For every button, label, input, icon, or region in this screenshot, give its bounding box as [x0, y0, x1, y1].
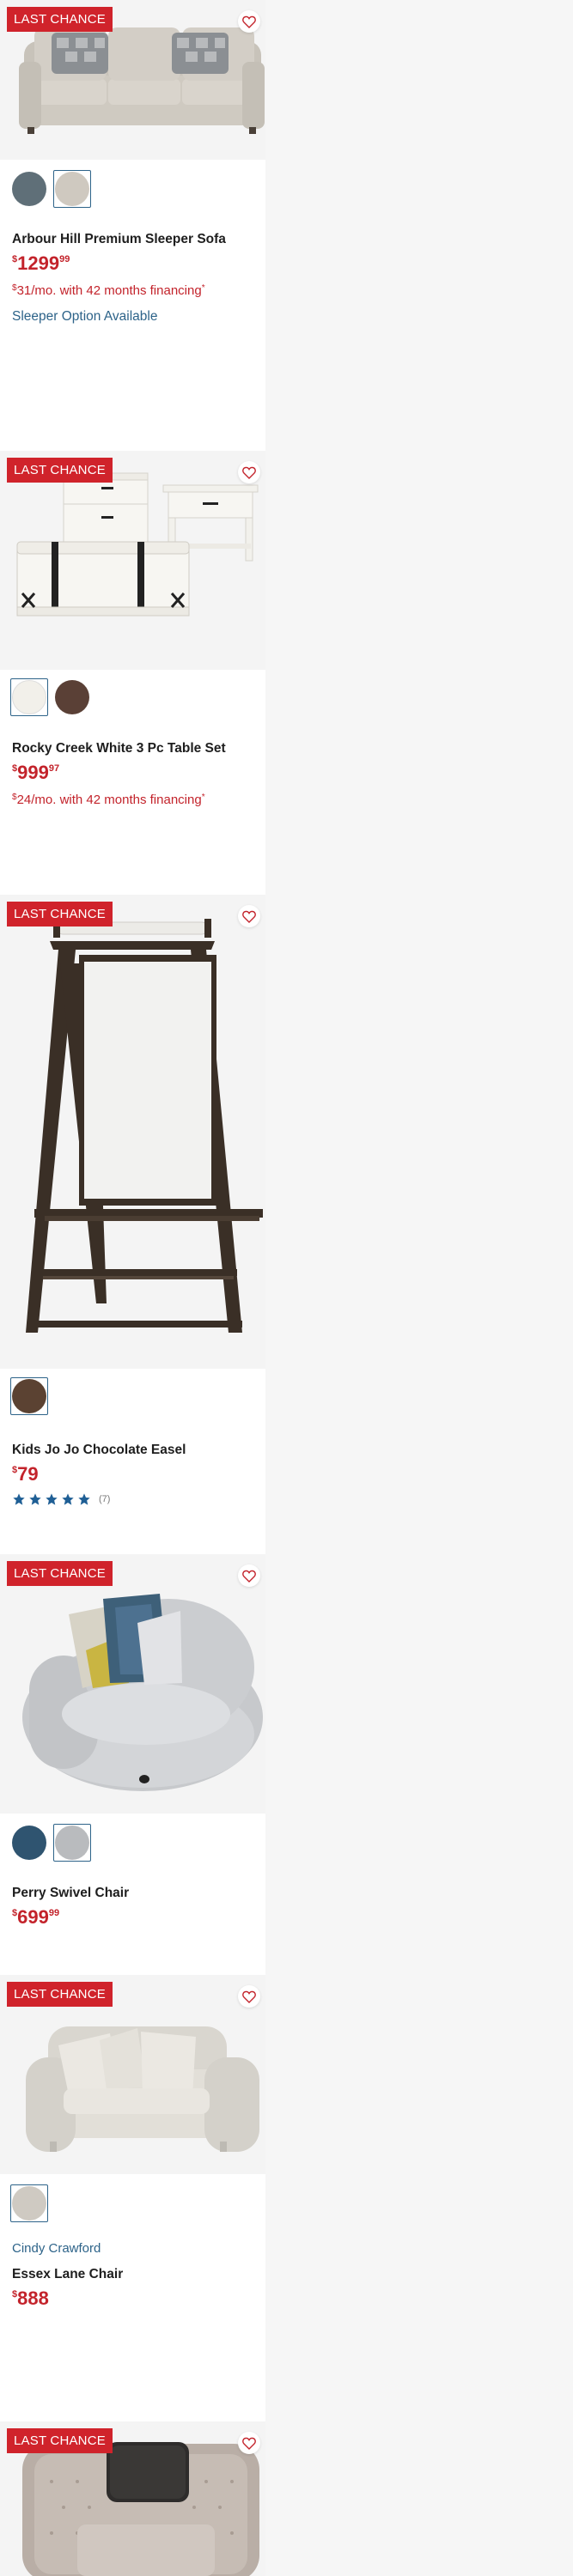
- color-swatches: [10, 170, 91, 208]
- color-swatches: [10, 678, 91, 716]
- product-title[interactable]: Kids Jo Jo Chocolate Easel: [12, 1443, 186, 1458]
- brand-name[interactable]: Cindy Crawford: [12, 2241, 101, 2256]
- last-chance-badge: LAST CHANCE: [7, 902, 113, 927]
- swatch-option-selected[interactable]: [53, 170, 91, 208]
- favorite-heart-icon[interactable]: [238, 461, 260, 483]
- product-title[interactable]: Essex Lane Chair: [12, 2267, 123, 2282]
- color-swatches: [10, 1824, 91, 1862]
- favorite-heart-icon[interactable]: [238, 2432, 260, 2454]
- swatch-option-selected[interactable]: [53, 1824, 91, 1862]
- review-count[interactable]: (7): [99, 1494, 110, 1504]
- star-icon: [78, 1493, 90, 1505]
- product-image[interactable]: LAST CHANCE: [0, 0, 265, 160]
- product-price: $888: [12, 2287, 49, 2309]
- product-price: $69999: [12, 1906, 60, 1928]
- swatch-option-selected[interactable]: [10, 2184, 48, 2222]
- product-title[interactable]: Rocky Creek White 3 Pc Table Set: [12, 741, 226, 756]
- swatch-option[interactable]: [53, 678, 91, 716]
- star-rating[interactable]: (7): [12, 1492, 110, 1506]
- favorite-heart-icon[interactable]: [238, 1985, 260, 2008]
- financing-text[interactable]: $31/mo. with 42 months financing*: [12, 283, 205, 298]
- product-card[interactable]: LAST CHANCE Rocky Creek White 3 Pc Table…: [0, 451, 265, 895]
- product-image[interactable]: LAST CHANCE: [0, 2421, 265, 2576]
- product-title[interactable]: Perry Swivel Chair: [12, 1886, 129, 1901]
- last-chance-badge: LAST CHANCE: [7, 458, 113, 483]
- swivel-chair-image: [22, 1594, 263, 1791]
- swatch-option[interactable]: [10, 1824, 48, 1862]
- product-card[interactable]: LAST CHANCE Kids Jo Jo Chocolate Easel $…: [0, 895, 265, 1554]
- product-card[interactable]: LAST CHANCE Perry Swivel Chair $69999: [0, 1554, 265, 1975]
- sleeper-option-text: Sleeper Option Available: [12, 309, 158, 324]
- color-swatches: [10, 2184, 48, 2222]
- product-card[interactable]: LAST CHANCE Arbour Hill Premium Sleeper …: [0, 0, 265, 451]
- last-chance-badge: LAST CHANCE: [7, 2428, 113, 2453]
- product-grid-column: LAST CHANCE Arbour Hill Premium Sleeper …: [0, 0, 265, 2576]
- easel-image: [26, 919, 263, 1333]
- last-chance-badge: LAST CHANCE: [7, 1561, 113, 1586]
- star-icon: [46, 1493, 58, 1505]
- product-price: $129999: [12, 252, 70, 274]
- product-card[interactable]: LAST CHANCE Cindy Crawford Essex Lane Ch…: [0, 1975, 265, 2421]
- favorite-heart-icon[interactable]: [238, 10, 260, 33]
- swatch-option[interactable]: [10, 170, 48, 208]
- favorite-heart-icon[interactable]: [238, 905, 260, 927]
- favorite-heart-icon[interactable]: [238, 1564, 260, 1587]
- swatch-option-selected[interactable]: [10, 1377, 48, 1415]
- financing-text[interactable]: $24/mo. with 42 months financing*: [12, 793, 205, 807]
- swatch-option-selected[interactable]: [10, 678, 48, 716]
- star-icon: [13, 1493, 25, 1505]
- star-icon: [62, 1493, 74, 1505]
- product-price: $99997: [12, 762, 60, 783]
- product-image[interactable]: LAST CHANCE: [0, 1554, 265, 1814]
- product-price: $79: [12, 1463, 39, 1485]
- product-image[interactable]: LAST CHANCE: [0, 1975, 265, 2174]
- last-chance-badge: LAST CHANCE: [7, 1982, 113, 2007]
- product-title[interactable]: Arbour Hill Premium Sleeper Sofa: [12, 232, 226, 247]
- table-set-image: [16, 472, 259, 617]
- star-icon: [29, 1493, 41, 1505]
- last-chance-badge: LAST CHANCE: [7, 7, 113, 32]
- product-card[interactable]: LAST CHANCE: [0, 2421, 265, 2576]
- product-image[interactable]: LAST CHANCE: [0, 451, 265, 670]
- color-swatches: [10, 1377, 48, 1415]
- product-image[interactable]: LAST CHANCE: [0, 895, 265, 1369]
